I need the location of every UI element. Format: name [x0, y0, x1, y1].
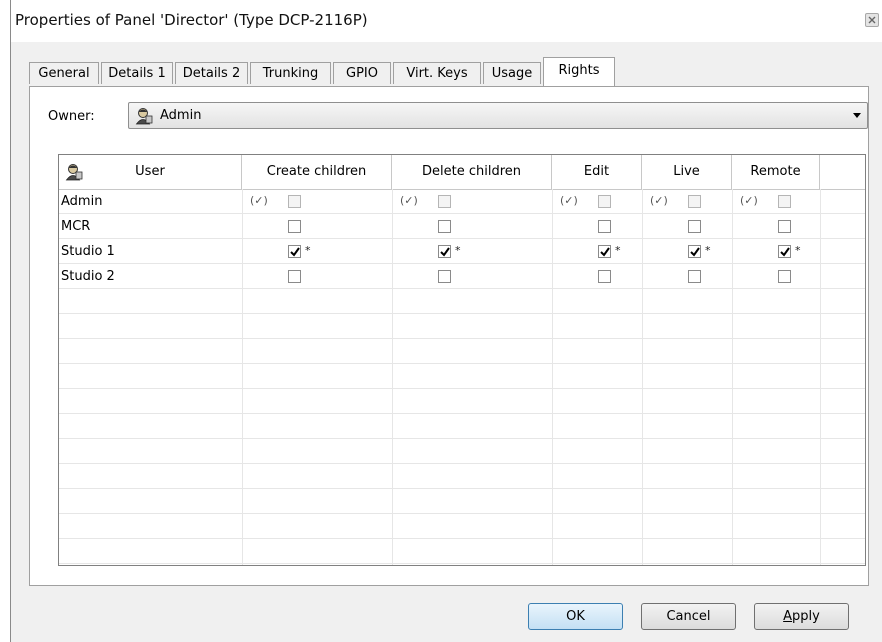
modified-indicator: *: [705, 244, 711, 257]
checkmark-icon: [780, 247, 790, 257]
user-name-cell: MCR: [61, 219, 91, 234]
column-header-user-label: User: [135, 164, 165, 179]
checkbox-live[interactable]: [688, 270, 701, 283]
tab-trunking[interactable]: Trunking: [250, 62, 331, 84]
checkbox-create-children[interactable]: [288, 245, 301, 258]
checkmark-icon: [690, 247, 700, 257]
modified-indicator: *: [455, 244, 461, 257]
checkmark-icon: [440, 247, 450, 257]
tab-bar: General Details 1 Details 2 Trunking GPI…: [29, 57, 829, 86]
checkbox-create-children[interactable]: [288, 220, 301, 233]
column-header-create-children[interactable]: Create children: [242, 155, 392, 189]
tab-virt-keys[interactable]: Virt. Keys: [393, 62, 481, 84]
tab-rights[interactable]: Rights: [543, 57, 615, 86]
checkbox-create-children[interactable]: [288, 270, 301, 283]
apply-button[interactable]: Apply: [754, 603, 849, 630]
empty-row: [59, 365, 865, 389]
column-header-live[interactable]: Live: [642, 155, 732, 189]
user-name-cell: Admin: [61, 194, 103, 209]
properties-dialog: Properties of Panel 'Director' (Type DCP…: [10, 0, 882, 642]
empty-row: [59, 315, 865, 339]
close-icon: [868, 16, 876, 24]
cancel-button[interactable]: Cancel: [641, 603, 736, 630]
checkbox-delete-children[interactable]: [438, 245, 451, 258]
inherited-check-mark: (✓): [650, 194, 668, 207]
tab-usage[interactable]: Usage: [483, 62, 541, 84]
checkbox-remote[interactable]: [778, 245, 791, 258]
checkbox-create-children: [288, 195, 301, 208]
modified-indicator: *: [305, 244, 311, 257]
checkbox-remote[interactable]: [778, 220, 791, 233]
window-title: Properties of Panel 'Director' (Type DCP…: [15, 11, 368, 29]
empty-row: [59, 290, 865, 314]
checkmark-icon: [600, 247, 610, 257]
tab-details-2[interactable]: Details 2: [175, 62, 248, 84]
table-row[interactable]: Studio 2: [59, 265, 865, 289]
column-header-user[interactable]: User: [59, 155, 242, 189]
inherited-check-mark: (✓): [250, 194, 268, 207]
user-icon: [65, 164, 83, 181]
column-header-delete-children[interactable]: Delete children: [392, 155, 552, 189]
user-icon: [135, 108, 153, 125]
rights-table: User Create children Delete children Edi…: [58, 154, 866, 566]
owner-label: Owner:: [48, 109, 95, 124]
checkbox-delete-children[interactable]: [438, 270, 451, 283]
owner-dropdown[interactable]: Admin: [128, 102, 868, 129]
inherited-check-mark: (✓): [560, 194, 578, 207]
checkmark-icon: [290, 247, 300, 257]
title-bar: Properties of Panel 'Director' (Type DCP…: [11, 0, 882, 42]
checkbox-edit[interactable]: [598, 220, 611, 233]
checkbox-live: [688, 195, 701, 208]
inherited-check-mark: (✓): [400, 194, 418, 207]
checkbox-delete-children[interactable]: [438, 220, 451, 233]
checkbox-remote: [778, 195, 791, 208]
checkbox-remote[interactable]: [778, 270, 791, 283]
table-row[interactable]: Admin (✓) (✓) (✓) (✓) (✓): [59, 190, 865, 214]
checkbox-live[interactable]: [688, 220, 701, 233]
table-row[interactable]: MCR: [59, 215, 865, 239]
rights-panel: Owner: Admin User Create children Delete…: [29, 86, 869, 586]
column-header-edit[interactable]: Edit: [552, 155, 642, 189]
ok-button[interactable]: OK: [528, 603, 623, 630]
checkbox-edit[interactable]: [598, 245, 611, 258]
apply-mnemonic: A: [783, 609, 793, 624]
empty-row: [59, 415, 865, 439]
empty-row: [59, 515, 865, 539]
checkbox-edit: [598, 195, 611, 208]
modified-indicator: *: [615, 244, 621, 257]
chevron-down-icon[interactable]: [853, 113, 861, 118]
tab-general[interactable]: General: [29, 62, 99, 84]
column-header-remote[interactable]: Remote: [732, 155, 820, 189]
apply-button-rest: pply: [792, 609, 820, 624]
empty-row: [59, 390, 865, 414]
modified-indicator: *: [795, 244, 801, 257]
tab-gpio[interactable]: GPIO: [333, 62, 391, 84]
empty-row: [59, 540, 865, 564]
empty-row: [59, 490, 865, 514]
empty-row: [59, 340, 865, 364]
table-row[interactable]: Studio 1 * * * * *: [59, 240, 865, 264]
tab-details-1[interactable]: Details 1: [101, 62, 173, 84]
user-name-cell: Studio 1: [61, 244, 115, 259]
user-name-cell: Studio 2: [61, 269, 115, 284]
owner-value: Admin: [160, 108, 202, 123]
close-button[interactable]: [865, 13, 879, 27]
empty-row: [59, 440, 865, 464]
checkbox-live[interactable]: [688, 245, 701, 258]
checkbox-delete-children: [438, 195, 451, 208]
checkbox-edit[interactable]: [598, 270, 611, 283]
inherited-check-mark: (✓): [740, 194, 758, 207]
empty-row: [59, 465, 865, 489]
